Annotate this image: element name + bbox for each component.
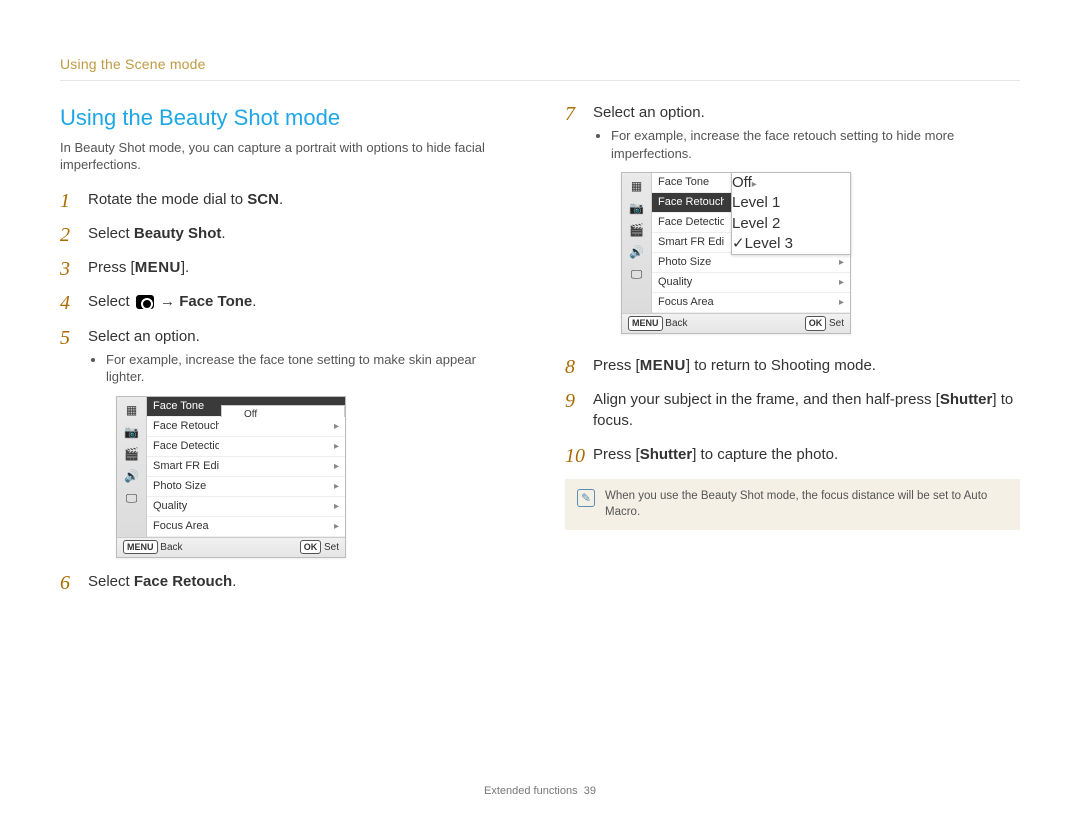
lcd-row: Photo Size▸ [652, 253, 850, 273]
footer-label: Extended functions [484, 785, 578, 797]
lcd-row: Face Tone Off Level 1 ✓Level 2 Level 3 [147, 397, 345, 417]
lcd-footer: MENU Back OK Set [622, 313, 850, 333]
step-subtext: For example, increase the face retouch s… [611, 127, 1020, 162]
lcd-option: ✓Level 3 [732, 234, 850, 254]
step-select-option-2: Select an option. For example, increase … [565, 103, 1020, 334]
step-text: Press [ [88, 259, 135, 276]
footer-page-number: 39 [584, 785, 596, 797]
lcd-row: Face Retouch▸ [147, 417, 345, 437]
step-select-face-retouch: Select Face Retouch. [60, 572, 515, 592]
lcd-sidebar-icons: ▦ 📷 🎬 🔊 🖵 [622, 173, 652, 313]
step-select-option-1: Select an option. For example, increase … [60, 327, 515, 558]
lcd-set-label: Set [829, 318, 844, 329]
lcd-option: Level 2 [732, 214, 850, 234]
step-text: Select an option. [593, 104, 705, 121]
column-left: Using the Beauty Shot mode In Beauty Sho… [60, 103, 515, 606]
step-text: Select an option. [88, 328, 200, 345]
lcd-option: Off▸ [732, 173, 850, 193]
section-intro: In Beauty Shot mode, you can capture a p… [60, 139, 515, 174]
step-text: Align your subject in the frame, and the… [593, 391, 940, 408]
lcd-footer: MENU Back OK Set [117, 537, 345, 557]
step-text: Press [ [593, 357, 640, 374]
camera-icon: 📷 [121, 423, 143, 441]
sound-icon: 🔊 [121, 467, 143, 485]
step-text: ] to return to Shooting mode. [686, 357, 876, 374]
step-text: Select [88, 225, 134, 242]
step-text: . [279, 191, 283, 208]
lcd-popup: Off▸ Level 1 Level 2 ✓Level 3 [731, 172, 851, 255]
headline-rule [60, 80, 1020, 81]
step-select-facetone: Select → Face Tone. [60, 292, 515, 312]
scn-label: SCN [247, 191, 279, 208]
lcd-back-label: Back [665, 318, 687, 329]
lcd-row: Focus Area▸ [652, 293, 850, 313]
step-text: Rotate the mode dial to [88, 191, 247, 208]
arrow: → [156, 293, 179, 310]
lcd-menu-list: Face Tone Off Level 1 ✓Level 2 Level 3 [147, 397, 345, 537]
menu-label: MENU [135, 259, 181, 276]
lcd-figure-facetone: ▦ 📷 🎬 🔊 🖵 Face Tone [116, 396, 346, 558]
step-press-menu: Press [MENU]. [60, 258, 515, 278]
step-press-menu-return: Press [MENU] to return to Shooting mode. [565, 356, 1020, 376]
lcd-back-label: Back [160, 542, 182, 553]
camera-icon [136, 295, 154, 309]
shutter-label: Shutter [640, 446, 693, 463]
display-icon: 🖵 [626, 265, 648, 283]
note-box: ✎ When you use the Beauty Shot mode, the… [565, 479, 1020, 530]
lcd-row-label: Face Tone [153, 399, 219, 414]
step-text: Press [ [593, 446, 640, 463]
menu-tag: MENU [123, 540, 158, 554]
lcd-set-label: Set [324, 542, 339, 553]
lcd-row: Focus Area▸ [147, 517, 345, 537]
shutter-label: Shutter [940, 391, 993, 408]
scene-icon: ▦ [121, 401, 143, 419]
step-text: . [252, 293, 256, 310]
page-footer: Extended functions 39 [0, 784, 1080, 799]
lcd-sidebar-icons: ▦ 📷 🎬 🔊 🖵 [117, 397, 147, 537]
display-icon: 🖵 [121, 489, 143, 507]
step-rotate-dial: Rotate the mode dial to SCN. [60, 190, 515, 210]
step-bold: Face Tone [179, 293, 252, 310]
lcd-row: Photo Size▸ [147, 477, 345, 497]
camera-icon: 📷 [626, 199, 648, 217]
step-align-subject: Align your subject in the frame, and the… [565, 390, 1020, 431]
section-title: Using the Beauty Shot mode [60, 103, 515, 133]
running-head: Using the Scene mode [60, 55, 1020, 74]
lcd-figure-faceretouch: ▦ 📷 🎬 🔊 🖵 Face Tone▸ Face Retouch▸ F [621, 172, 869, 334]
lcd-row: Face Detection▸ [147, 437, 345, 457]
step-text: ]. [181, 259, 189, 276]
steps-right: Select an option. For example, increase … [565, 103, 1020, 465]
step-text: . [232, 573, 236, 590]
menu-label: MENU [640, 357, 686, 374]
step-bold: Face Retouch [134, 573, 232, 590]
lcd-row: Smart FR Edit▸ [147, 457, 345, 477]
step-text: Select [88, 573, 134, 590]
note-text: When you use the Beauty Shot mode, the f… [605, 489, 1008, 520]
step-text: Select [88, 293, 134, 310]
menu-tag: MENU [628, 316, 663, 330]
step-select-beauty: Select Beauty Shot. [60, 224, 515, 244]
note-icon: ✎ [577, 489, 595, 507]
column-right: Select an option. For example, increase … [565, 103, 1020, 606]
sound-icon: 🔊 [626, 243, 648, 261]
step-bold: Beauty Shot [134, 225, 222, 242]
ok-tag: OK [300, 540, 322, 554]
video-icon: 🎬 [626, 221, 648, 239]
step-text: ] to capture the photo. [692, 446, 838, 463]
lcd-row: Quality▸ [652, 273, 850, 293]
scene-icon: ▦ [626, 177, 648, 195]
step-subtext: For example, increase the face tone sett… [106, 351, 515, 386]
step-capture: Press [Shutter] to capture the photo. [565, 445, 1020, 465]
step-text: . [221, 225, 225, 242]
steps-left: Rotate the mode dial to SCN. Select Beau… [60, 190, 515, 593]
video-icon: 🎬 [121, 445, 143, 463]
lcd-option: Level 1 [732, 193, 850, 213]
lcd-row: Quality▸ [147, 497, 345, 517]
ok-tag: OK [805, 316, 827, 330]
